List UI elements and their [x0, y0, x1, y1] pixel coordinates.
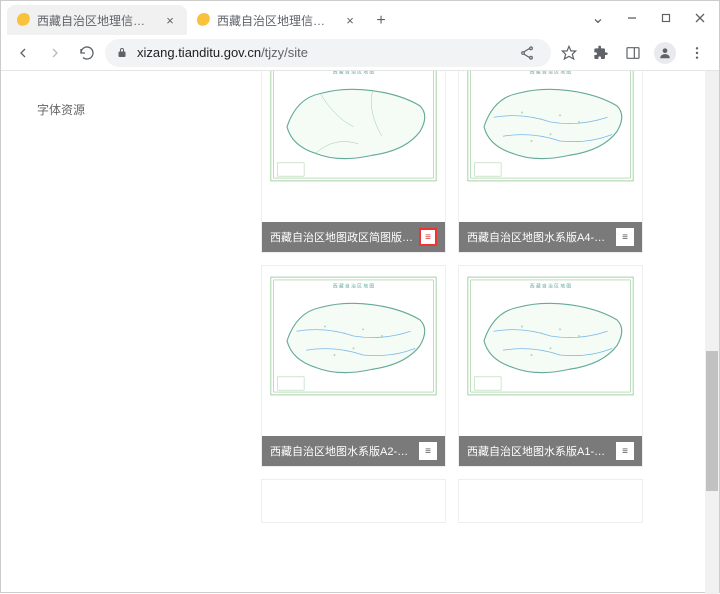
tabs-dropdown-icon[interactable]: ⌄	[581, 3, 615, 33]
menu-button[interactable]	[683, 39, 711, 67]
browser-tabs: 西藏自治区地理信息公共服务平 × 西藏自治区地理信息公共服务平 × +	[1, 1, 581, 35]
main-area: 西 藏 自 治 区 地 图 西藏自治区地图政区简图版A1-制图 ≡ 西 藏 自 …	[121, 71, 719, 594]
back-button[interactable]	[9, 39, 37, 67]
download-icon[interactable]: ≡	[419, 442, 437, 460]
card-gap	[459, 192, 642, 222]
sidebar-item-fonts[interactable]: 字体资源	[1, 101, 121, 118]
map-title: 西 藏 自 治 区 地 图	[333, 71, 374, 76]
new-tab-button[interactable]: +	[367, 7, 395, 35]
tab-close-icon[interactable]: ×	[163, 13, 177, 27]
map-thumbnail: 西 藏 自 治 区 地 图	[459, 71, 642, 192]
map-thumbnail	[459, 480, 642, 522]
download-icon[interactable]: ≡	[616, 442, 634, 460]
browser-tab-1[interactable]: 西藏自治区地理信息公共服务平 ×	[187, 5, 367, 35]
lock-icon	[115, 46, 129, 60]
vertical-scrollbar[interactable]	[705, 71, 719, 594]
profile-button[interactable]	[651, 39, 679, 67]
sidebar: 字体资源	[1, 71, 121, 594]
extensions-icon[interactable]	[587, 39, 615, 67]
download-icon[interactable]: ≡	[419, 228, 437, 246]
scroll-area[interactable]: 西 藏 自 治 区 地 图 西藏自治区地图政区简图版A1-制图 ≡ 西 藏 自 …	[121, 71, 719, 594]
card-label: 西藏自治区地图政区简图版A1-制图 ≡	[262, 222, 445, 252]
card-gap	[262, 406, 445, 436]
avatar	[654, 42, 676, 64]
card-label: 西藏自治区地图水系版A4-制图资源 ≡	[459, 222, 642, 252]
map-thumbnail	[262, 480, 445, 522]
card-gap	[262, 192, 445, 222]
tab-title: 西藏自治区地理信息公共服务平	[37, 12, 157, 29]
browser-toolbar: xizang.tianditu.gov.cn/tjzy/site	[1, 35, 719, 71]
map-card[interactable]: 西 藏 自 治 区 地 图 西藏自治区地图水系版A1-制图资源 ≡	[458, 265, 643, 467]
map-card[interactable]: 西 藏 自 治 区 地 图 西藏自治区地图水系版A2-制图资源 ≡	[261, 265, 446, 467]
map-card[interactable]: 西 藏 自 治 区 地 图 西藏自治区地图政区简图版A1-制图 ≡	[261, 71, 446, 253]
close-window-button[interactable]	[683, 3, 717, 33]
page-content: 字体资源 西 藏 自 治 区 地 图 西藏自治区地图政区简图版A1-制图 ≡	[1, 71, 719, 594]
card-title: 西藏自治区地图水系版A1-制图资源	[467, 443, 612, 459]
side-panel-icon[interactable]	[619, 39, 647, 67]
minimize-button[interactable]	[615, 3, 649, 33]
tab-close-icon[interactable]: ×	[343, 13, 357, 27]
browser-tab-0[interactable]: 西藏自治区地理信息公共服务平 ×	[7, 5, 187, 35]
map-card-placeholder[interactable]	[261, 479, 446, 523]
maximize-button[interactable]	[649, 3, 683, 33]
address-bar[interactable]: xizang.tianditu.gov.cn/tjzy/site	[105, 39, 551, 67]
card-label: 西藏自治区地图水系版A1-制图资源 ≡	[459, 436, 642, 466]
map-card[interactable]: 西 藏 自 治 区 地 图 西藏自治区地图水系版A4-制图资源 ≡	[458, 71, 643, 253]
tab-title: 西藏自治区地理信息公共服务平	[217, 12, 337, 29]
window-titlebar: 西藏自治区地理信息公共服务平 × 西藏自治区地理信息公共服务平 × + ⌄	[1, 1, 719, 35]
map-thumbnail: 西 藏 自 治 区 地 图	[262, 71, 445, 192]
card-label: 西藏自治区地图水系版A2-制图资源 ≡	[262, 436, 445, 466]
card-gap	[459, 406, 642, 436]
map-card-placeholder[interactable]	[458, 479, 643, 523]
card-title: 西藏自治区地图水系版A4-制图资源	[467, 229, 612, 245]
card-title: 西藏自治区地图水系版A2-制图资源	[270, 443, 415, 459]
tab-favicon	[17, 13, 31, 27]
scrollbar-thumb[interactable]	[706, 351, 718, 491]
tab-favicon	[197, 13, 211, 27]
map-grid: 西 藏 自 治 区 地 图 西藏自治区地图政区简图版A1-制图 ≡ 西 藏 自 …	[261, 71, 661, 535]
map-thumbnail: 西 藏 自 治 区 地 图	[262, 266, 445, 406]
svg-text:西 藏 自 治 区 地 图: 西 藏 自 治 区 地 图	[530, 71, 571, 76]
card-title: 西藏自治区地图政区简图版A1-制图	[270, 229, 415, 245]
download-icon[interactable]: ≡	[616, 228, 634, 246]
reload-button[interactable]	[73, 39, 101, 67]
address-text: xizang.tianditu.gov.cn/tjzy/site	[137, 45, 505, 60]
map-thumbnail: 西 藏 自 治 区 地 图	[459, 266, 642, 406]
share-icon[interactable]	[513, 39, 541, 67]
forward-button[interactable]	[41, 39, 69, 67]
bookmark-icon[interactable]	[555, 39, 583, 67]
window-controls: ⌄	[581, 3, 719, 33]
